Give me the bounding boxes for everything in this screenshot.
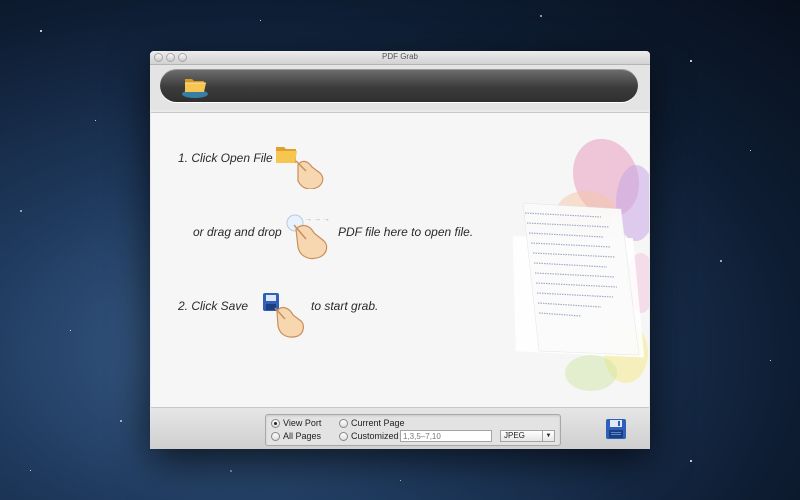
open-file-button[interactable]	[180, 73, 210, 99]
step2-suffix-text: to start grab.	[311, 299, 379, 313]
toolbar	[160, 69, 638, 102]
drag-drop-suffix-text: PDF file here to open file.	[338, 225, 474, 239]
page-range-input[interactable]	[400, 430, 492, 442]
toolbar-area	[150, 65, 650, 110]
customized-radio-dot[interactable]	[339, 431, 348, 441]
all-pages-label: All Pages	[283, 431, 322, 441]
title-bar[interactable]: PDF Grab	[150, 51, 650, 65]
drag-drop-hint: → → →	[284, 209, 346, 270]
current-page-radio-dot[interactable]	[339, 418, 348, 428]
view-port-radio-dot[interactable]	[271, 418, 280, 428]
capture-options-panel: View Port All Pages Current Page Customi…	[265, 414, 561, 446]
view-port-radio[interactable]: View Port	[271, 418, 321, 428]
all-pages-radio[interactable]: All Pages	[271, 431, 321, 441]
customized-label: Customized	[351, 431, 399, 441]
drop-area[interactable]: 1. Click Open File or drag and drop → → …	[151, 112, 649, 408]
view-port-label: View Port	[283, 418, 322, 428]
format-select[interactable]: JPEG ▼	[500, 430, 555, 442]
folder-hand-icon	[276, 147, 324, 190]
all-pages-radio-dot[interactable]	[271, 431, 280, 441]
pdf-illustration	[512, 138, 649, 391]
save-hint	[261, 291, 311, 344]
step2-prefix-text: 2. Click Save	[178, 299, 249, 313]
open-file-hint	[274, 143, 332, 194]
drag-hand-icon: → → →	[286, 214, 330, 260]
save-button[interactable]	[605, 418, 627, 440]
svg-text:→ → →: → → →	[305, 216, 330, 223]
save-hand-icon	[263, 293, 304, 338]
customized-radio[interactable]: Customized	[339, 431, 399, 441]
app-window: PDF Grab 1. Click Open File or drag and …	[150, 51, 650, 449]
drag-drop-prefix-text: or drag and drop	[193, 225, 282, 239]
bottom-bar: View Port All Pages Current Page Customi…	[150, 408, 650, 449]
format-select-value: JPEG	[504, 431, 525, 440]
save-icon	[606, 419, 626, 439]
folder-icon	[182, 79, 208, 98]
window-title: PDF Grab	[381, 52, 418, 61]
chevron-down-icon: ▼	[542, 431, 554, 441]
current-page-label: Current Page	[351, 418, 405, 428]
current-page-radio[interactable]: Current Page	[339, 418, 405, 428]
step1-text: 1. Click Open File	[178, 151, 273, 165]
